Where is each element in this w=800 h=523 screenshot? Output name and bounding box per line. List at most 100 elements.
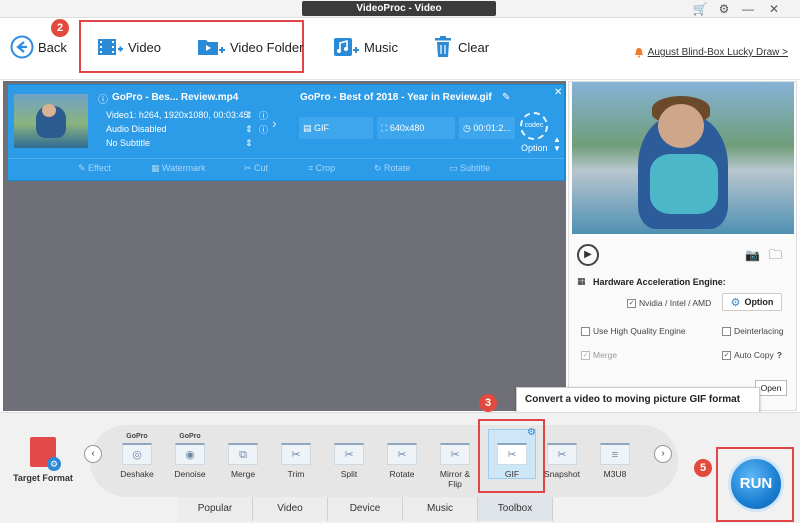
output-resolution-cell: ⛶ 640x480: [377, 117, 455, 139]
play-button[interactable]: ▶: [577, 244, 599, 266]
output-duration-cell: ◷ 00:01:2...: [459, 117, 515, 139]
tool-deshake[interactable]: GoPro ◎ Deshake: [112, 433, 162, 479]
tool-rotate[interactable]: ✂ Rotate: [377, 433, 427, 479]
tool-snapshot[interactable]: ✂ Snapshot: [537, 433, 587, 479]
tab-music[interactable]: Music: [403, 497, 478, 521]
video-add-icon: [98, 39, 123, 55]
tool-mirror-flip-label: Mirror & Flip: [439, 469, 471, 489]
add-video-folder-button[interactable]: Video Folder: [196, 32, 303, 62]
rotate-icon: ✂: [387, 443, 417, 465]
auto-copy-checkbox[interactable]: ✓ Auto Copy ?: [722, 350, 782, 360]
music-add-icon: [334, 38, 359, 56]
subtitle-button[interactable]: ▭ Subtitle: [449, 163, 490, 174]
remove-file-icon[interactable]: ✕: [554, 87, 562, 98]
output-resolution: 640x480: [389, 123, 425, 133]
audio-track-info[interactable]: Audio Disabled: [106, 124, 167, 134]
file-list-workspace: ⓘ GoPro - Bes... Review.mp4 Video1: h264…: [3, 81, 566, 411]
nvidia-checkbox[interactable]: ✓ Nvidia / Intel / AMD: [627, 298, 711, 308]
back-label: Back: [38, 39, 67, 55]
deinterlacing-checkbox[interactable]: Deinterlacing: [722, 326, 784, 336]
step-badge-5: 5: [694, 459, 712, 477]
tool-m3u8-label: M3U8: [603, 469, 627, 479]
tool-deshake-label: Deshake: [120, 469, 154, 479]
reorder-arrows-icon[interactable]: ▲ ▼: [553, 135, 561, 153]
hw-option-button[interactable]: ⚙ Option: [722, 293, 782, 311]
merge-icon: ⧉: [228, 443, 258, 465]
high-quality-check-box: [581, 326, 590, 336]
output-filename[interactable]: GoPro - Best of 2018 - Year in Review.gi…: [300, 92, 492, 103]
tool-mirror-flip[interactable]: ✂ Mirror & Flip: [430, 433, 480, 489]
camera-icon[interactable]: 📷: [745, 248, 760, 262]
run-button[interactable]: RUN: [728, 456, 784, 512]
info-icon[interactable]: ⓘ: [98, 91, 108, 106]
promo-link[interactable]: August Blind-Box Lucky Draw >: [634, 47, 788, 58]
minimize-icon[interactable]: —: [740, 1, 756, 17]
back-arrow-icon: [10, 35, 34, 59]
tool-merge[interactable]: ⧉ Merge: [218, 433, 268, 479]
source-thumbnail: [14, 94, 88, 148]
hw-option-label: Option: [744, 297, 774, 307]
tool-denoise[interactable]: GoPro ◉ Denoise: [165, 433, 215, 479]
help-icon[interactable]: ?: [777, 350, 782, 360]
crop-button[interactable]: ⌗ Crop: [308, 163, 335, 174]
merge-label: Merge: [593, 350, 618, 360]
cart-icon[interactable]: 🛒: [692, 1, 708, 17]
high-quality-checkbox[interactable]: Use High Quality Engine: [581, 326, 686, 336]
clear-button[interactable]: Clear: [432, 32, 489, 62]
cut-button[interactable]: ✂ Cut: [244, 163, 268, 174]
edit-pencil-icon[interactable]: ✎: [502, 92, 510, 103]
target-format-button[interactable]: ⚙ Target Format: [10, 437, 76, 483]
scroll-right-icon[interactable]: ›: [654, 445, 672, 463]
chip-icon: ▦: [577, 276, 586, 286]
tab-device[interactable]: Device: [328, 497, 403, 521]
right-panel: ▶ 📷 🗀 ▦ Hardware Acceleration Engine: ✓ …: [568, 81, 797, 411]
output-duration: 00:01:2...: [473, 123, 511, 133]
folder-icon[interactable]: 🗀: [769, 246, 782, 268]
video-track-info[interactable]: Video1: h264, 1920x1080, 00:03:45: [106, 110, 248, 120]
merge-checkbox[interactable]: ✓ Merge: [581, 350, 617, 360]
tool-split-label: Split: [340, 469, 358, 479]
tool-trim-label: Trim: [287, 469, 305, 479]
hw-accel-title: Hardware Acceleration Engine:: [593, 277, 726, 287]
rotate-button[interactable]: ↻ Rotate: [374, 163, 411, 174]
tab-toolbox[interactable]: Toolbox: [478, 497, 553, 521]
scroll-left-icon[interactable]: ‹: [84, 445, 102, 463]
tool-rotate-label: Rotate: [389, 469, 415, 479]
file-item[interactable]: ⓘ GoPro - Bes... Review.mp4 Video1: h264…: [7, 84, 565, 181]
tool-m3u8[interactable]: ≡ M3U8: [590, 433, 640, 479]
subtitle-stepper-icon[interactable]: ⇕: [245, 138, 253, 149]
music-label: Music: [364, 39, 398, 55]
tool-split[interactable]: ✂ Split: [324, 433, 374, 479]
close-icon[interactable]: ✕: [766, 1, 782, 17]
codec-option-label[interactable]: Option: [521, 143, 548, 153]
video-track-info-icon[interactable]: ⓘ: [259, 109, 268, 122]
tool-gif-label: GIF: [504, 469, 520, 479]
nvidia-check-box: ✓: [627, 298, 636, 308]
gif-tooltip: Convert a video to moving picture GIF fo…: [516, 387, 760, 413]
add-music-button[interactable]: Music: [332, 32, 398, 62]
video-preview: [572, 82, 794, 234]
bell-icon: [634, 48, 643, 58]
effect-button[interactable]: ✎ Effect: [78, 163, 111, 174]
tool-gif[interactable]: ✂ GIF: [487, 433, 537, 479]
convert-arrow-icon: ›: [272, 115, 277, 131]
gif-settings-gear-icon[interactable]: ⚙: [527, 427, 536, 438]
audio-track-info-icon[interactable]: ⓘ: [259, 123, 268, 136]
add-video-button[interactable]: Video: [96, 32, 161, 62]
tab-video[interactable]: Video: [253, 497, 328, 521]
resize-icon: ⛶: [381, 123, 390, 133]
m3u8-icon: ≡: [600, 443, 630, 465]
subtitle-track-info[interactable]: No Subtitle: [106, 138, 150, 148]
codec-option-icon[interactable]: codec: [520, 112, 548, 140]
watermark-button[interactable]: ▦ Watermark: [151, 163, 206, 174]
gear-icon[interactable]: ⚙: [716, 1, 732, 17]
tool-trim[interactable]: ✂ Trim: [271, 433, 321, 479]
playback-controls: ▶ 📷 🗀: [569, 240, 796, 270]
clock-icon: ◷: [463, 123, 474, 133]
snapshot-icon: ✂: [547, 443, 577, 465]
tab-popular[interactable]: Popular: [178, 497, 253, 521]
video-stepper-icon[interactable]: ⇕: [245, 110, 253, 121]
audio-stepper-icon[interactable]: ⇕: [245, 124, 253, 135]
target-format-icon: ⚙: [30, 437, 61, 471]
step-badge-2: 2: [51, 19, 69, 37]
